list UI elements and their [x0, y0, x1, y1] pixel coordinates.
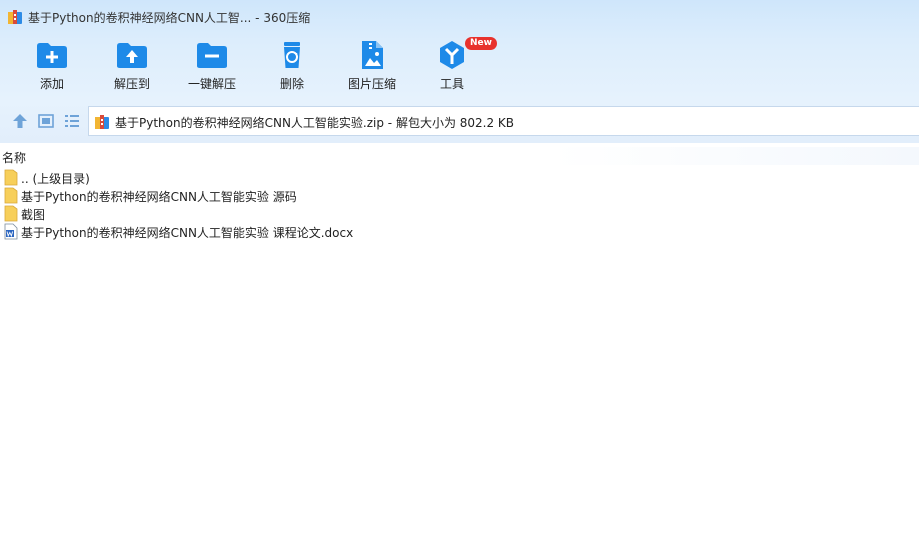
window-title: 基于Python的卷积神经网络CNN人工智... - 360压缩: [28, 11, 311, 25]
file-name: 基于Python的卷积神经网络CNN人工智能实验 源码: [21, 190, 297, 204]
list-item[interactable]: 基于Python的卷积神经网络CNN人工智能实验 课程论文.docx: [0, 223, 600, 240]
image-compress-button-label: 图片压缩: [347, 77, 396, 91]
tools-button-label: 工具: [439, 77, 464, 91]
toolbar: 添加 解压到 一键解压 删除 图片压缩 New 工具: [0, 34, 919, 102]
file-name: 截图: [21, 208, 46, 222]
list-item[interactable]: .. (上级目录): [0, 169, 600, 186]
add-button-label: 添加: [39, 77, 64, 91]
list-item[interactable]: 截图: [0, 205, 600, 222]
column-name-label: 名称: [2, 151, 27, 165]
list-view-icon[interactable]: [63, 112, 81, 130]
image-compress-icon: [362, 41, 383, 69]
folder-minus-icon: [197, 43, 227, 68]
delete-button[interactable]: 删除: [252, 40, 332, 96]
folder-icon: [4, 205, 18, 222]
delete-button-label: 删除: [279, 77, 304, 91]
one-click-extract-button-label: 一键解压: [187, 77, 236, 91]
folder-extract-icon: [117, 43, 147, 68]
word-document-icon: [4, 223, 18, 240]
extract-to-button[interactable]: 解压到: [92, 40, 172, 96]
new-badge: New: [465, 37, 497, 50]
folder-icon: [4, 187, 18, 204]
address-bar: 基于Python的卷积神经网络CNN人工智能实验.zip - 解包大小为 802…: [0, 104, 919, 138]
file-list: 名称 .. (上级目录) 基于Python的卷积神经网络CNN人工智能实验 源码…: [0, 143, 919, 547]
window-chrome: 基于Python的卷积神经网络CNN人工智... - 360压缩 添加 解压到 …: [0, 0, 919, 143]
recycle-bin-icon: [284, 42, 300, 68]
path-field[interactable]: 基于Python的卷积神经网络CNN人工智能实验.zip - 解包大小为 802…: [88, 106, 919, 136]
folder-icon: [4, 169, 18, 186]
add-button[interactable]: 添加: [12, 40, 92, 96]
archive-app-icon: [8, 10, 22, 24]
extract-to-button-label: 解压到: [113, 77, 150, 91]
up-arrow-icon[interactable]: [11, 112, 29, 130]
tools-icon: [440, 41, 464, 69]
one-click-extract-button[interactable]: 一键解压: [172, 40, 252, 96]
image-compress-button[interactable]: 图片压缩: [332, 40, 412, 96]
file-name: .. (上级目录): [21, 172, 90, 186]
zip-file-icon: [95, 115, 109, 129]
title-bar: 基于Python的卷积神经网络CNN人工智... - 360压缩: [0, 0, 919, 34]
archive-path-text: 基于Python的卷积神经网络CNN人工智能实验.zip - 解包大小为 802…: [115, 116, 515, 130]
column-header-name[interactable]: 名称: [0, 147, 919, 165]
list-item[interactable]: 基于Python的卷积神经网络CNN人工智能实验 源码: [0, 187, 600, 204]
tools-button[interactable]: New 工具: [412, 37, 497, 96]
folder-add-icon: [37, 43, 67, 68]
thumbnail-view-icon[interactable]: [37, 112, 55, 130]
file-name: 基于Python的卷积神经网络CNN人工智能实验 课程论文.docx: [21, 226, 354, 240]
